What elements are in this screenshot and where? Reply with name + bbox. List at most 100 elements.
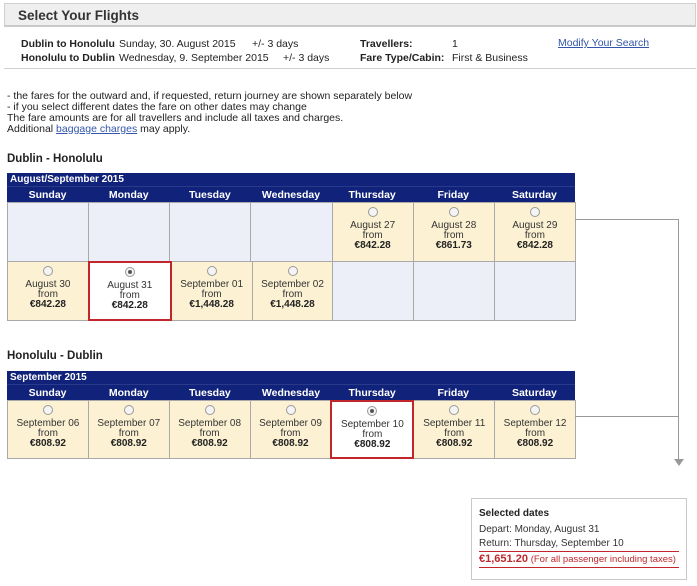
outbound-day-option[interactable]: August 27 from €842.28 [331,202,414,262]
inbound-weekday-monday: Monday [108,387,149,399]
day-price: €808.92 [436,438,473,449]
day-price: €842.28 [516,240,553,251]
day-price: €861.73 [435,240,472,251]
modify-search-link[interactable]: Modify Your Search [558,37,649,49]
outbound-day-option[interactable]: August 29 from €842.28 [493,202,576,262]
connector-line [678,219,679,463]
day-price: €808.92 [354,439,391,450]
outbound-weekday-thursday: Thursday [348,189,396,201]
inbound-day-option[interactable]: September 11 from €808.92 [413,400,496,459]
divider [4,68,696,69]
connector-line [575,416,679,417]
inbound-weekday-sunday: Sunday [28,387,67,399]
outbound-date: Sunday, 30. August 2015 [119,38,236,50]
selected-dates-heading: Selected dates [479,508,550,519]
day-price: €842.28 [354,240,391,251]
day-price: €808.92 [517,438,554,449]
day-price: €808.92 [272,438,309,449]
selected-depart: Depart: Monday, August 31 [479,524,600,535]
inbound-day-option[interactable]: September 08 from €808.92 [168,400,251,459]
inbound-day-option[interactable]: September 06 from €808.92 [7,400,89,459]
travellers-label: Travellers: [360,38,413,50]
radio-button[interactable] [42,405,53,415]
outbound-weekday-friday: Friday [437,189,470,201]
outbound-weekday-wednesday: Wednesday [261,189,321,201]
outbound-flex: +/- 3 days [252,38,299,50]
connector-line [575,219,679,220]
outbound-weekday-header: Sunday Monday Tuesday Wednesday Thursday Frid… [7,186,575,202]
radio-button[interactable] [530,405,541,415]
fare-notes: - the fares for the outward and, if requ… [7,91,412,135]
radio-button[interactable] [124,267,135,277]
outbound-empty-day [250,202,333,262]
radio-button[interactable] [123,405,134,415]
outbound-heading: Dublin - Honolulu [7,153,103,165]
outbound-weekday-saturday: Saturday [511,189,557,201]
outbound-empty-day [169,202,252,262]
inbound-heading: Honolulu - Dublin [7,350,103,362]
radio-button[interactable] [206,266,217,276]
radio-button[interactable] [287,266,298,276]
day-price: €808.92 [29,438,66,449]
day-price: €842.28 [111,300,148,311]
fare-type-value: First & Business [452,52,528,64]
selected-dates-box: Selected dates Depart: Monday, August 31… [471,498,687,580]
travellers-value: 1 [452,38,458,50]
outbound-week-row: August 27 from €842.28 August 28 from €861.73… [7,202,576,262]
radio-button[interactable] [204,405,215,415]
inbound-day-option[interactable]: September 09 from €808.92 [249,400,332,459]
outbound-month-label: August/September 2015 [7,173,575,186]
search-summary-labels: Travellers: Fare Type/Cabin: [360,37,444,65]
inbound-weekday-tuesday: Tuesday [188,387,231,399]
inbound-day-option[interactable]: September 12 from €808.92 [494,400,577,459]
page-title-bar: Select Your Flights [4,3,696,27]
radio-button[interactable] [285,405,296,415]
selected-total-price: €1,651.20 [479,553,528,565]
note-line-4: Additional baggage charges may apply. [7,123,191,135]
outbound-week-row: August 30 from €842.28 August 31 from €842.28… [7,261,577,321]
inbound-month-label: September 2015 [7,371,575,384]
outbound-weekday-sunday: Sunday [28,189,67,201]
outbound-route: Dublin to Honolulu [21,38,115,50]
return-route: Honolulu to Dublin [21,52,115,64]
return-flex: +/- 3 days [283,52,330,64]
search-summary-routes: Dublin to Honolulu Honolulu to Dublin [21,37,115,65]
radio-button[interactable] [449,405,460,415]
selected-total-line: €1,651.20 (For all passenger including t… [479,552,679,568]
outbound-day-option[interactable]: August 31 from €842.28 [87,261,172,321]
outbound-weekday-tuesday: Tuesday [188,189,231,201]
selected-return: Return: Thursday, September 10 [479,537,679,552]
inbound-calendar: September 2015 Sunday Monday Tuesday Wednes… [7,371,577,459]
outbound-day-option[interactable]: September 01 from €1,448.28 [170,261,253,321]
day-price: €808.92 [110,438,147,449]
outbound-empty-day [88,202,171,262]
inbound-weekday-wednesday: Wednesday [261,387,321,399]
return-date: Wednesday, 9. September 2015 [119,52,269,64]
radio-button[interactable] [448,207,459,217]
outbound-day-option[interactable]: September 02 from €1,448.28 [251,261,334,321]
day-price: €1,448.28 [270,299,315,310]
outbound-empty-day [332,261,415,321]
radio-button[interactable] [367,207,378,217]
day-price: €1,448.28 [189,299,234,310]
outbound-day-option[interactable]: August 30 from €842.28 [7,261,89,321]
search-summary-dates: Sunday, 30. August 2015 Wednesday, 9. Se… [119,37,269,65]
baggage-charges-link[interactable]: baggage charges [56,123,137,135]
outbound-empty-day [7,202,90,262]
inbound-weekday-saturday: Saturday [511,387,557,399]
outbound-weekday-monday: Monday [108,189,149,201]
search-summary-values: 1 First & Business [452,37,528,65]
radio-button[interactable] [42,266,53,276]
radio-button[interactable] [529,207,540,217]
inbound-day-option[interactable]: September 10 from €808.92 [330,400,415,459]
inbound-weekday-friday: Friday [437,387,470,399]
day-price: €808.92 [191,438,228,449]
day-price: €842.28 [29,299,66,310]
inbound-day-option[interactable]: September 07 from €808.92 [87,400,170,459]
inbound-weekday-thursday: Thursday [348,387,396,399]
outbound-day-option[interactable]: August 28 from €861.73 [412,202,495,262]
radio-button[interactable] [367,406,378,416]
fare-type-label: Fare Type/Cabin: [360,52,445,64]
selected-total-note: (For all passenger including taxes) [530,554,676,565]
outbound-empty-day [494,261,577,321]
